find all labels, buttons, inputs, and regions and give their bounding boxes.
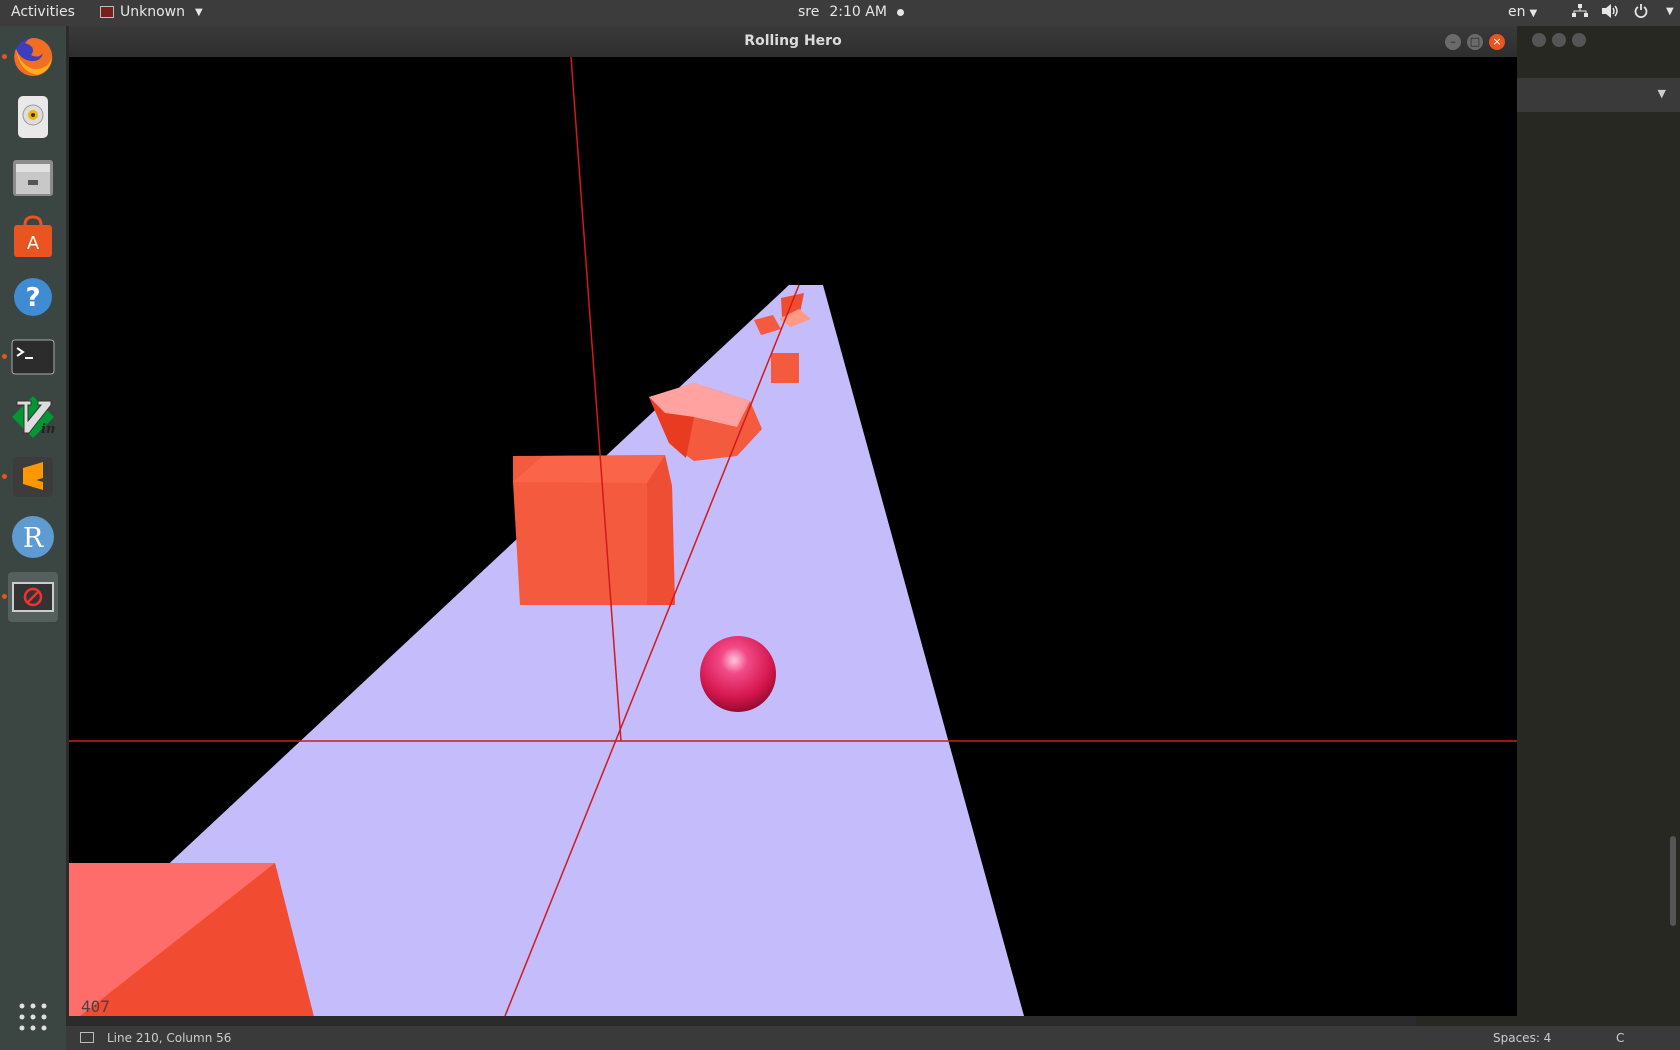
running-indicator <box>2 54 7 59</box>
maximize-button[interactable]: □ <box>1467 34 1483 50</box>
network-icon <box>1572 4 1588 17</box>
language-label: en <box>1508 4 1526 20</box>
chevron-down-icon: ▼ <box>1666 5 1674 17</box>
dock-item-vim[interactable]: im <box>8 392 58 442</box>
running-indicator <box>2 474 7 479</box>
running-indicator <box>2 594 7 599</box>
rhythmbox-icon <box>18 96 48 138</box>
show-applications-button[interactable] <box>8 992 58 1042</box>
panel-toggle-icon[interactable] <box>80 1032 94 1043</box>
far-obstacle <box>771 353 799 383</box>
sublime-text-icon <box>13 457 53 497</box>
dock-item-game-app[interactable] <box>2 572 58 622</box>
svg-text:R: R <box>23 523 44 554</box>
volume-icon <box>1602 4 1618 18</box>
clock-user: sre <box>798 4 820 20</box>
notification-dot-icon <box>896 8 904 16</box>
svg-text:im: im <box>41 422 55 437</box>
r-icon: R <box>12 516 54 558</box>
dock-item-terminal[interactable] <box>2 332 58 382</box>
app-menu-icon <box>100 6 114 18</box>
overlay-counter: 407 <box>81 997 110 1016</box>
firefox-icon <box>14 37 53 76</box>
language-selector[interactable]: en ▼ <box>1508 4 1537 20</box>
minimize-button[interactable]: – <box>1445 34 1461 50</box>
dock: A ? im R <box>0 26 66 1050</box>
close-button[interactable]: × <box>1489 34 1505 50</box>
game-window[interactable]: Rolling Hero – □ × 407 <box>69 26 1517 1016</box>
system-menu[interactable]: ▼ <box>1572 4 1674 18</box>
indentation-setting[interactable]: Spaces: 4 <box>1493 1031 1551 1045</box>
game-app-icon <box>12 582 54 612</box>
svg-text:?: ? <box>25 283 40 313</box>
vim-icon: im <box>12 396 55 438</box>
tab-list-chevron-icon[interactable]: ▼ <box>1658 87 1666 100</box>
software-center-icon: A <box>14 215 52 257</box>
power-icon <box>1634 4 1648 18</box>
chevron-down-icon: ▼ <box>1529 8 1538 19</box>
dock-item-sublime-text[interactable] <box>2 452 58 502</box>
window-title: Rolling Hero <box>744 33 842 49</box>
close-icon[interactable] <box>1572 33 1586 47</box>
game-scene[interactable] <box>69 57 1517 1016</box>
editor-scrollbar[interactable] <box>1670 836 1676 926</box>
dock-item-help[interactable]: ? <box>8 272 58 322</box>
syntax-selector[interactable]: C <box>1616 1031 1624 1045</box>
app-menu[interactable]: Unknown ▼ <box>100 4 203 20</box>
dock-item-software-center[interactable]: A <box>8 212 58 262</box>
dock-item-r[interactable]: R <box>8 512 58 562</box>
dock-item-firefox[interactable] <box>2 32 58 82</box>
clock-time: 2:10 AM <box>829 4 887 20</box>
game-viewport[interactable]: 407 <box>69 57 1517 1016</box>
dock-item-files[interactable] <box>8 152 58 202</box>
apps-grid-icon <box>19 1003 47 1031</box>
chevron-down-icon: ▼ <box>195 6 203 18</box>
clock[interactable]: sre 2:10 AM <box>798 4 904 20</box>
activities-button[interactable]: Activities <box>11 4 75 20</box>
running-indicator <box>2 354 7 359</box>
maximize-icon[interactable] <box>1552 33 1566 47</box>
help-icon: ? <box>14 278 52 316</box>
editor-status-bar: Line 210, Column 56 Spaces: 4 C <box>66 1026 1680 1050</box>
editor-window-controls <box>1532 33 1586 47</box>
window-titlebar[interactable]: Rolling Hero – □ × <box>69 26 1517 57</box>
svg-text:A: A <box>27 233 40 254</box>
app-menu-label: Unknown <box>120 4 185 20</box>
top-bar: Activities Unknown ▼ sre 2:10 AM en ▼ ▼ <box>0 0 1680 26</box>
dock-item-rhythmbox[interactable] <box>8 92 58 142</box>
minimize-icon[interactable] <box>1532 33 1546 47</box>
files-icon <box>13 160 53 196</box>
window-controls: – □ × <box>1445 34 1505 50</box>
cursor-position[interactable]: Line 210, Column 56 <box>107 1031 231 1045</box>
player-ball <box>700 636 776 712</box>
terminal-icon <box>11 339 55 375</box>
